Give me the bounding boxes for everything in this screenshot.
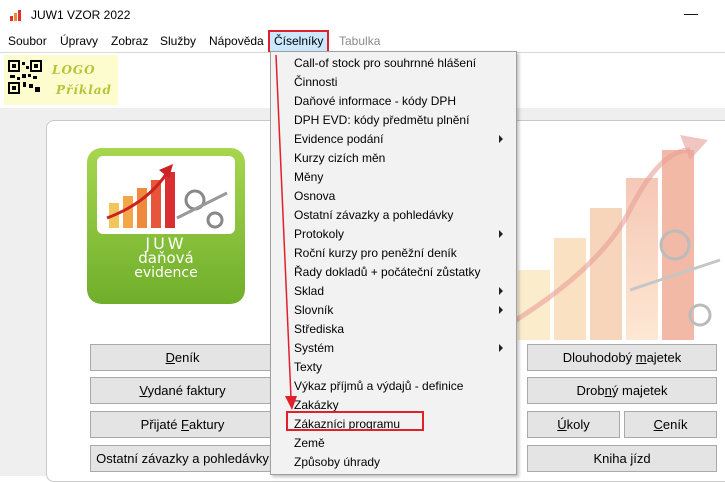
ostatni-zavazky-button[interactable]: Ostatní závazky a pohledávky [90, 445, 275, 472]
menu-upravy[interactable]: Úpravy [60, 34, 98, 48]
menu-item-cinnosti[interactable]: Činnosti [294, 75, 337, 89]
window-title: JUW1 VZOR 2022 [31, 8, 131, 22]
menu-item-dph-evd[interactable]: DPH EVD: kódy předmětu plnění [294, 113, 469, 127]
submenu-arrow-icon [499, 287, 503, 295]
menu-item-sklad[interactable]: Sklad [294, 284, 324, 298]
menu-soubor[interactable]: Soubor [8, 34, 47, 48]
submenu-arrow-icon [499, 306, 503, 314]
menu-item-system[interactable]: Systém [294, 341, 334, 355]
menu-item-strediska[interactable]: Střediska [294, 322, 344, 336]
menu-zobraz[interactable]: Zobraz [111, 34, 148, 48]
submenu-arrow-icon [499, 135, 503, 143]
menu-item-rady-dokladu[interactable]: Řady dokladů + počáteční zůstatky [294, 265, 480, 279]
menu-item-vykaz-prijmu[interactable]: Výkaz příjmů a výdajů - definice [294, 379, 463, 393]
menu-napoveda[interactable]: Nápověda [209, 34, 264, 48]
menu-item-osnova[interactable]: Osnova [294, 189, 335, 203]
menu-item-slovnik[interactable]: Slovník [294, 303, 333, 317]
logo-line-2: Příklad [56, 83, 112, 97]
submenu-arrow-icon [499, 230, 503, 238]
app-icon [9, 8, 23, 22]
menu-item-evidence-podani[interactable]: Evidence podání [294, 132, 383, 146]
menu-item-danove-informace[interactable]: Daňové informace - kódy DPH [294, 94, 456, 108]
menu-item-call-of-stock[interactable]: Call-of stock pro souhrnné hlášení [294, 56, 476, 70]
minimize-button[interactable]: — [684, 5, 698, 21]
menu-item-meny[interactable]: Měny [294, 170, 323, 184]
denik-button[interactable]: Deník [90, 344, 275, 371]
menu-item-zakazky[interactable]: Zakázky [294, 398, 339, 412]
product-logo-text: JUW daňová evidence [87, 236, 245, 281]
menu-item-protokoly[interactable]: Protokoly [294, 227, 344, 241]
vydane-faktury-button[interactable]: Vydané faktury [90, 377, 275, 404]
menu-item-rocni-kurzy[interactable]: Roční kurzy pro peněžní deník [294, 246, 457, 260]
prijate-faktury-button[interactable]: Přijaté Faktury [90, 411, 275, 438]
qr-code-icon [8, 60, 42, 94]
menu-tabulka[interactable]: Tabulka [339, 34, 380, 48]
cenik-button[interactable]: Ceník [624, 411, 717, 438]
menu-ciselniky[interactable]: Číselníky [268, 30, 330, 53]
menu-item-kurzy-cizich-men[interactable]: Kurzy cizích měn [294, 151, 385, 165]
product-line-3: evidence [134, 265, 198, 281]
menu-bar: Soubor Úpravy Zobraz Služby Nápověda Čís… [0, 30, 725, 53]
dlouhodoby-majetek-button[interactable]: Dlouhodobý majetek [527, 344, 717, 371]
product-line-2: daňová [138, 249, 194, 267]
drobny-majetek-button[interactable]: Drobný majetek [527, 377, 717, 404]
menu-item-zeme[interactable]: Země [294, 436, 325, 450]
kniha-jizd-button[interactable]: Kniha jízd [527, 445, 717, 472]
menu-item-ostatni-zavazky[interactable]: Ostatní závazky a pohledávky [294, 208, 453, 222]
title-bar: JUW1 VZOR 2022 — [0, 0, 725, 30]
menu-item-zpusoby-uhrady[interactable]: Způsoby úhrady [294, 455, 380, 469]
menu-sluzby[interactable]: Služby [160, 34, 196, 48]
company-logo: LOGO Příklad [4, 55, 118, 105]
ukoly-button[interactable]: Úkoly [527, 411, 620, 438]
menu-item-texty[interactable]: Texty [294, 360, 322, 374]
logo-line-1: LOGO [52, 63, 96, 77]
highlight-box [286, 411, 424, 431]
submenu-arrow-icon [499, 344, 503, 352]
